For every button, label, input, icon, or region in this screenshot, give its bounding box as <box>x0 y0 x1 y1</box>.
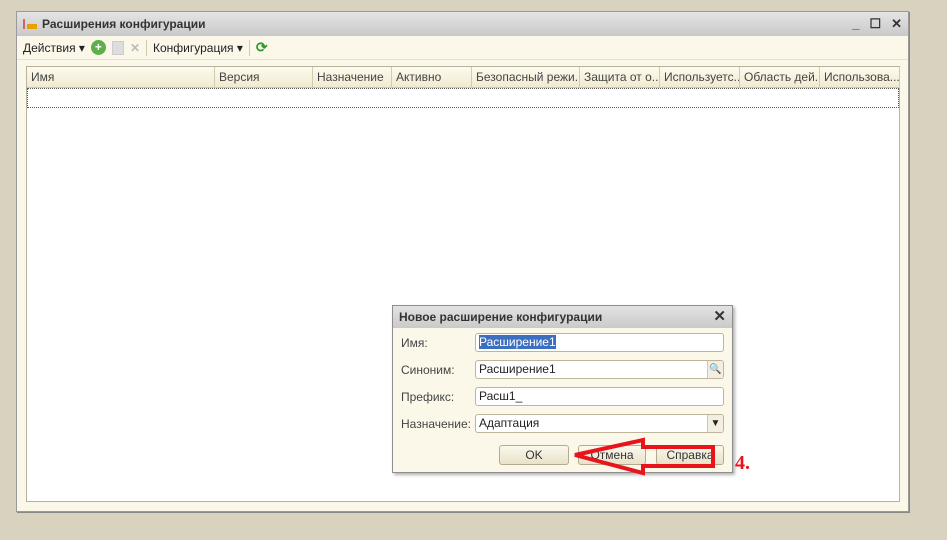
step-number-label: 4. <box>735 452 750 474</box>
red-arrow-annotation <box>574 437 715 476</box>
